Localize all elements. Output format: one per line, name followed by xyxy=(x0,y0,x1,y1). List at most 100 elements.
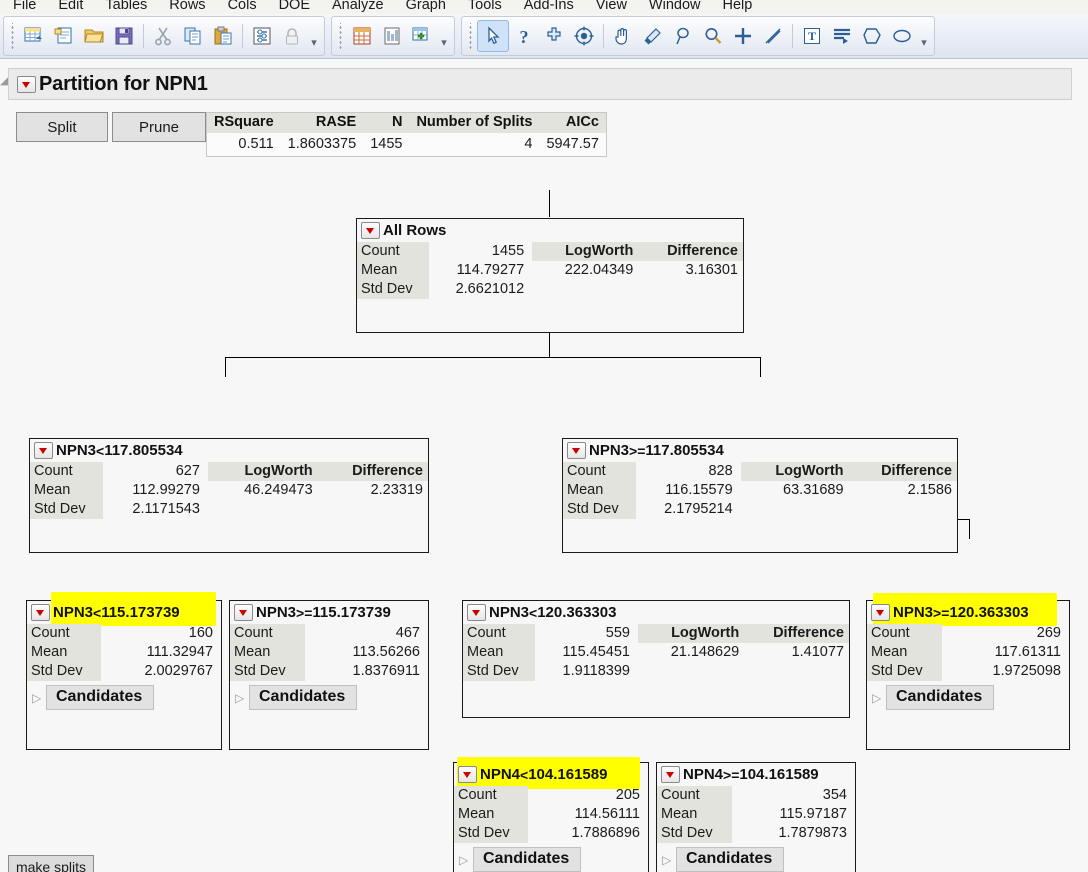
polygon-icon[interactable] xyxy=(857,21,887,51)
open-file-icon[interactable] xyxy=(79,21,109,51)
crosshair-icon[interactable] xyxy=(539,21,569,51)
new-data-table-icon[interactable] xyxy=(19,21,49,51)
node-title[interactable]: All Rows xyxy=(357,219,743,242)
annotate-text-icon[interactable]: T xyxy=(797,21,827,51)
stat-label-mean: Mean xyxy=(657,805,732,824)
simple-shape-icon[interactable] xyxy=(827,21,857,51)
red-triangle-menu-icon[interactable] xyxy=(871,604,890,621)
red-triangle-menu-icon[interactable] xyxy=(458,766,477,783)
paste-icon[interactable] xyxy=(208,21,238,51)
tree-node-npn3-ge-120[interactable]: NPN3 >= 120.363303 Count 269 Mean 117.61… xyxy=(866,600,1070,750)
node-title[interactable]: NPN3 < 117.805534 xyxy=(30,439,428,462)
column-viewer-icon[interactable] xyxy=(377,21,407,51)
add-columns-icon[interactable] xyxy=(407,21,437,51)
stat-header-difference: Difference xyxy=(849,462,957,481)
candidates-section[interactable]: ▷ Candidates xyxy=(32,685,221,710)
node-title[interactable]: NPN3 >= 115.173739 xyxy=(230,601,428,624)
menu-item-view[interactable]: View xyxy=(585,0,638,15)
preferences-icon[interactable] xyxy=(247,21,277,51)
toolbar-separator xyxy=(143,24,144,48)
candidates-label[interactable]: Candidates xyxy=(886,685,994,710)
hand-pan-icon[interactable] xyxy=(608,21,638,51)
red-triangle-menu-icon[interactable] xyxy=(361,222,380,239)
node-title[interactable]: NPN4 < 104.161589 xyxy=(454,763,648,786)
menu-item-analyze[interactable]: Analyze xyxy=(321,0,395,15)
split-button[interactable]: Split xyxy=(16,112,108,142)
brush-target-icon[interactable] xyxy=(569,21,599,51)
node-title[interactable]: NPN3 >= 117.805534 xyxy=(563,439,957,462)
stat-row-count: Count 205 xyxy=(454,786,648,805)
menu-item-help[interactable]: Help xyxy=(712,0,764,15)
candidates-label[interactable]: Candidates xyxy=(473,847,581,872)
red-triangle-menu-icon[interactable] xyxy=(234,604,253,621)
menu-item-edit[interactable]: Edit xyxy=(47,0,94,15)
menu-item-rows[interactable]: Rows xyxy=(158,0,216,15)
candidates-label[interactable]: Candidates xyxy=(676,847,784,872)
menu-item-tools[interactable]: Tools xyxy=(457,0,513,15)
toolbar-overflow-button[interactable]: ▾ xyxy=(437,19,451,53)
candidates-disclosure-icon[interactable]: ▷ xyxy=(459,854,473,866)
crosshair-plus-icon[interactable] xyxy=(728,21,758,51)
tree-node-npn4-ge-104[interactable]: NPN4 >= 104.161589 Count 354 Mean 115.97… xyxy=(656,762,856,872)
tree-node-npn3-lt-120[interactable]: NPN3 < 120.363303 Count 559 LogWorth Dif… xyxy=(462,600,850,718)
toolbar-grip[interactable] xyxy=(338,23,344,49)
stat-value-count: 269 xyxy=(942,624,1069,643)
red-triangle-menu-icon[interactable] xyxy=(467,604,486,621)
menu-item-tables[interactable]: Tables xyxy=(94,0,158,15)
candidates-disclosure-icon[interactable]: ▷ xyxy=(32,692,46,704)
new-script-icon[interactable] xyxy=(49,21,79,51)
menu-item-window[interactable]: Window xyxy=(638,0,712,15)
stat-value-mean: 115.97187 xyxy=(732,805,855,824)
node-title[interactable]: NPN3 < 115.173739 xyxy=(27,601,221,624)
stat-label-count: Count xyxy=(454,786,528,805)
toolbar-grip[interactable] xyxy=(468,23,474,49)
node-title[interactable]: NPN4 >= 104.161589 xyxy=(657,763,855,786)
red-triangle-menu-icon[interactable] xyxy=(17,76,36,93)
candidates-section[interactable]: ▷ Candidates xyxy=(459,847,648,872)
red-triangle-menu-icon[interactable] xyxy=(567,442,586,459)
lasso-icon[interactable] xyxy=(668,21,698,51)
candidates-section[interactable]: ▷ Candidates xyxy=(235,685,428,710)
toolbar-grip[interactable] xyxy=(10,23,16,49)
toolbar-overflow-button[interactable]: ▾ xyxy=(917,19,931,53)
menu-item-file[interactable]: File xyxy=(2,0,47,15)
candidates-label[interactable]: Candidates xyxy=(249,685,357,710)
menu-item-cols[interactable]: Cols xyxy=(217,0,268,15)
tree-node-npn3-ge-117[interactable]: NPN3 >= 117.805534 Count 828 LogWorth Di… xyxy=(562,438,958,553)
node-title[interactable]: NPN3 >= 120.363303 xyxy=(867,601,1069,624)
line-tool-icon[interactable] xyxy=(758,21,788,51)
make-splits-button[interactable]: make splits xyxy=(8,855,94,872)
candidates-disclosure-icon[interactable]: ▷ xyxy=(235,692,249,704)
arrow-select-icon[interactable] xyxy=(477,20,509,52)
candidates-section[interactable]: ▷ Candidates xyxy=(872,685,1069,710)
candidates-disclosure-icon[interactable]: ▷ xyxy=(872,692,886,704)
tree-node-npn3-ge-115[interactable]: NPN3 >= 115.173739 Count 467 Mean 113.56… xyxy=(229,600,429,750)
candidates-label[interactable]: Candidates xyxy=(46,685,154,710)
question-help-icon[interactable]: ? xyxy=(509,21,539,51)
magic-wand-icon[interactable] xyxy=(638,21,668,51)
red-triangle-menu-icon[interactable] xyxy=(31,604,50,621)
stat-label-mean: Mean xyxy=(563,481,636,500)
stat-row-stddev: Std Dev 2.0029767 xyxy=(27,662,221,681)
copy-icon[interactable] xyxy=(178,21,208,51)
menu-item-graph[interactable]: Graph xyxy=(395,0,457,15)
toolbar-overflow-button[interactable]: ▾ xyxy=(307,19,321,53)
menu-item-doe[interactable]: DOE xyxy=(268,0,321,15)
candidates-disclosure-icon[interactable]: ▷ xyxy=(662,854,676,866)
node-title[interactable]: NPN3 < 120.363303 xyxy=(463,601,849,624)
prune-button[interactable]: Prune xyxy=(112,112,206,142)
save-icon[interactable] xyxy=(109,21,139,51)
tree-node-npn3-lt-117[interactable]: NPN3 < 117.805534 Count 627 LogWorth Dif… xyxy=(29,438,429,553)
tree-node-all-rows[interactable]: All Rows Count 1455 LogWorth Difference … xyxy=(356,218,744,333)
magnifier-zoom-icon[interactable] xyxy=(698,21,728,51)
oval-icon[interactable] xyxy=(887,21,917,51)
data-table-icon[interactable] xyxy=(347,21,377,51)
node-stats: Count 160 Mean 111.32947 Std Dev 2.00297… xyxy=(27,624,221,681)
candidates-section[interactable]: ▷ Candidates xyxy=(662,847,855,872)
tree-node-npn4-lt-104[interactable]: NPN4 < 104.161589 Count 205 Mean 114.561… xyxy=(453,762,649,872)
lock-icon xyxy=(277,21,307,51)
menu-item-addins[interactable]: Add-Ins xyxy=(513,0,585,15)
red-triangle-menu-icon[interactable] xyxy=(661,766,680,783)
tree-node-npn3-lt-115[interactable]: NPN3 < 115.173739 Count 160 Mean 111.329… xyxy=(26,600,222,750)
red-triangle-menu-icon[interactable] xyxy=(34,442,53,459)
